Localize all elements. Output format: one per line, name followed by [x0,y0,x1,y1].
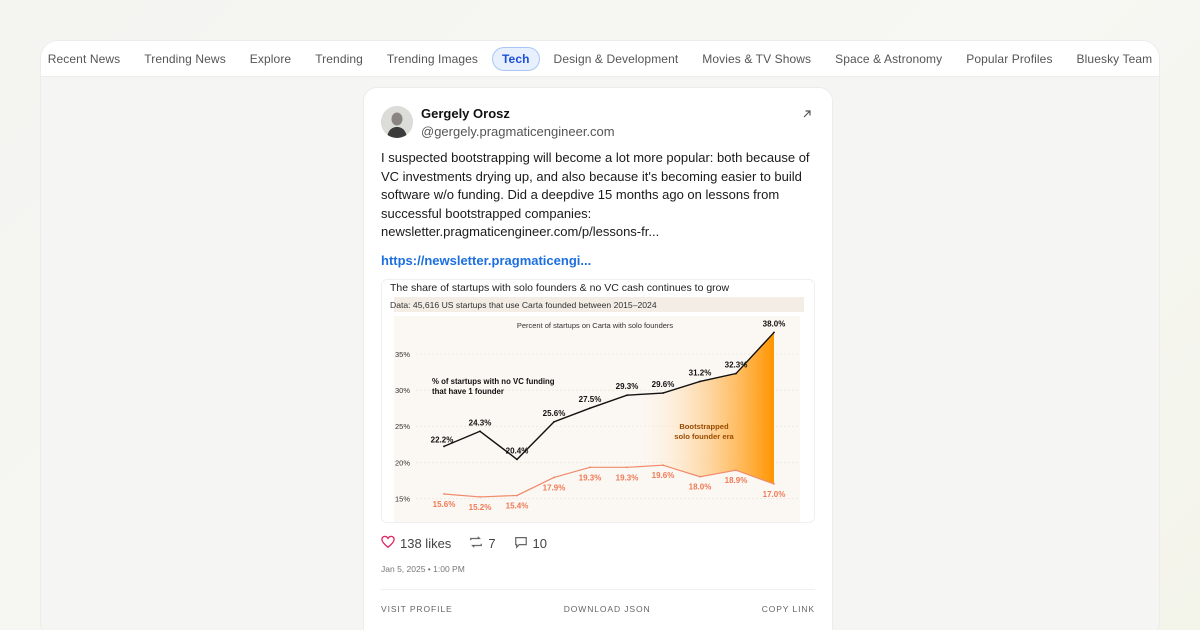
y-tick-label: 30% [395,386,410,395]
data-label: 22.2% [431,435,454,444]
tab-space-astronomy[interactable]: Space & Astronomy [825,47,952,71]
data-label: 32.3% [725,361,748,370]
data-point [773,483,775,485]
like-count: 138 likes [400,536,452,551]
y-tick-label: 15% [395,494,410,503]
data-point [662,392,664,394]
tab-design-development[interactable]: Design & Development [544,47,689,71]
data-label: 29.6% [652,380,675,389]
tab-popular-profiles[interactable]: Popular Profiles [956,47,1062,71]
data-point [479,430,481,433]
external-link-icon[interactable] [801,107,813,119]
engagement-stats: 138 likes 7 10 [381,535,547,552]
data-label: 20.4% [506,446,529,455]
data-label: 17.9% [543,483,566,492]
data-point [662,464,664,467]
tab-bluesky-team[interactable]: Bluesky Team [1067,47,1159,71]
data-point [589,466,591,469]
data-point [443,493,445,495]
data-point [479,496,481,498]
data-point [553,420,555,423]
data-label: 18.0% [689,483,712,492]
divider [381,589,815,590]
data-point [589,407,591,410]
series-annotation-line2: that have 1 founder [432,387,504,396]
data-point [735,469,737,472]
data-label: 15.2% [469,503,492,512]
data-label: 19.3% [579,473,602,482]
post-link[interactable]: https://newsletter.pragmaticengi... [381,253,591,268]
data-label: 25.6% [543,409,566,418]
reply-count: 10 [532,536,548,551]
data-point [516,458,518,461]
author-name[interactable]: Gergely Orosz [421,106,510,121]
data-point [699,380,701,383]
tab-movies-tv-shows[interactable]: Movies & TV Shows [692,47,821,71]
y-tick-label: 20% [395,458,410,467]
data-label: 24.3% [469,418,492,427]
data-point [626,394,628,397]
heart-icon [381,535,395,552]
tab-recent-news[interactable]: Recent News [41,47,130,71]
data-point [735,372,737,375]
era-annotation-line1: Bootstrapped [679,422,729,431]
post-actions: VISIT PROFILE DOWNLOAD JSON COPY LINK [381,604,815,614]
tab-trending-images[interactable]: Trending Images [377,47,488,71]
data-label: 15.4% [506,501,529,510]
data-label: 18.9% [725,476,748,485]
data-label: 19.3% [616,473,639,482]
data-point [443,445,445,448]
era-annotation-line2: solo founder era [674,432,734,441]
like-stat[interactable]: 138 likes [381,535,451,552]
data-point [773,331,775,334]
data-label: 38.0% [763,319,786,328]
copy-link-button[interactable]: COPY LINK [762,604,815,614]
download-json-button[interactable]: DOWNLOAD JSON [564,604,651,614]
data-label: 15.6% [433,500,456,509]
series-annotation-line1: % of startups with no VC funding [432,377,555,386]
repost-count: 7 [488,536,496,551]
post-timestamp: Jan 5, 2025 • 1:00 PM [381,564,465,574]
data-point [626,466,628,469]
data-label: 31.2% [689,368,712,377]
repost-stat[interactable]: 7 [469,535,496,552]
author-handle[interactable]: @gergely.pragmaticengineer.com [421,124,615,139]
data-point [516,494,518,497]
data-label: 17.0% [763,490,786,499]
data-label: 29.3% [616,382,639,391]
panel-title: Percent of startups on Carta with solo f… [517,321,674,330]
chart-svg: The share of startups with solo founders… [390,282,804,522]
reply-stat[interactable]: 10 [514,535,547,552]
data-point [699,475,701,478]
tab-trending[interactable]: Trending [305,47,373,71]
app-frame: Recent News Trending News Explore Trending T… [40,40,1160,630]
tab-tech[interactable]: Tech [492,46,540,71]
chart-subtitle: Data: 45,616 US startups that use Carta … [390,300,657,310]
tab-trending-news[interactable]: Trending News [134,47,236,71]
visit-profile-button[interactable]: VISIT PROFILE [381,604,453,614]
tab-explore[interactable]: Explore [240,47,301,71]
post-image-chart[interactable]: The share of startups with solo founders… [381,279,815,523]
data-point [553,476,555,479]
repost-icon [469,535,483,552]
avatar[interactable] [381,106,413,138]
comment-icon [514,535,528,552]
data-label: 27.5% [579,395,602,404]
data-label: 19.6% [652,471,675,480]
chart-title: The share of startups with solo founders… [390,282,730,294]
post-card: Gergely Orosz @gergely.pragmaticengineer… [363,87,833,630]
category-tabs: Recent News Trending News Explore Trending T… [41,41,1159,77]
y-tick-label: 25% [395,422,410,431]
post-text: I suspected bootstrapping will become a … [381,150,810,240]
y-tick-label: 35% [395,350,410,359]
